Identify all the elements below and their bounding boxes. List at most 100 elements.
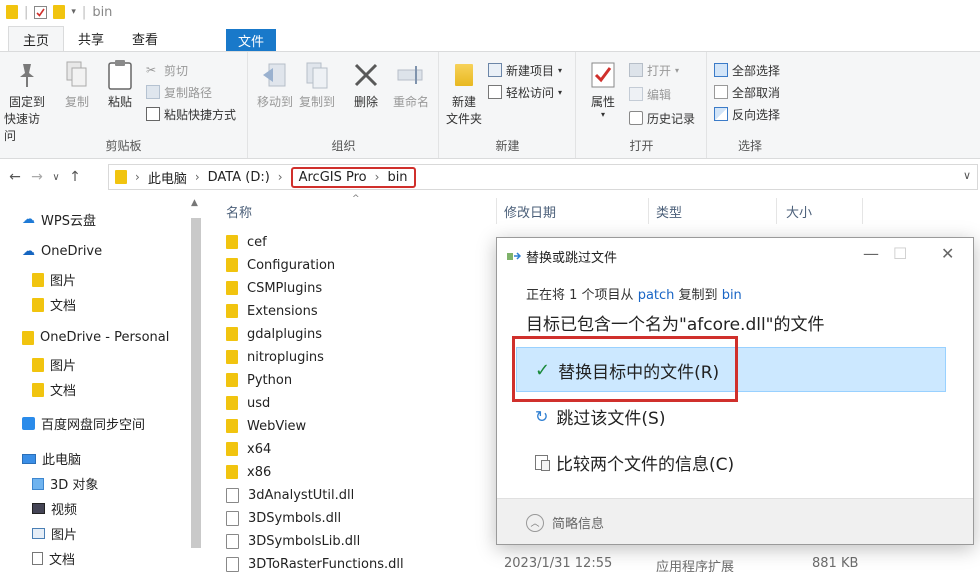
new-folder-quick-icon[interactable] — [53, 5, 66, 19]
list-item[interactable]: CSMPlugins — [226, 277, 322, 299]
sidebar-item-onedrive-personal[interactable]: OneDrive - Personal — [22, 330, 169, 345]
easy-access-icon — [488, 85, 502, 99]
tab-view[interactable]: 查看 — [118, 26, 172, 51]
list-item[interactable]: WebView — [226, 415, 306, 437]
dll-file-icon — [226, 556, 239, 572]
sidebar-item-documents[interactable]: 文档 — [32, 549, 75, 568]
list-item[interactable]: cef — [226, 231, 267, 253]
sidebar-item-onedrive-pictures[interactable]: 图片 — [32, 270, 76, 289]
history-button[interactable]: 历史记录 — [629, 108, 695, 128]
source-folder-link[interactable]: patch — [638, 288, 675, 303]
annotation-highlight-box — [512, 336, 738, 402]
folder-icon — [32, 272, 44, 287]
list-item[interactable]: nitroplugins — [226, 346, 324, 368]
skip-file-option[interactable]: ↻ 跳过该文件(S) — [535, 404, 665, 429]
list-item[interactable]: x64 — [226, 438, 271, 460]
sidebar-item-3d-objects[interactable]: 3D 对象 — [32, 474, 98, 493]
replace-or-skip-dialog: 替换或跳过文件 — ☐ ✕ 正在将 1 个项目从 patch 复制到 bin 目… — [496, 237, 974, 545]
fewer-details-toggle[interactable]: ︿ 简略信息 — [526, 513, 604, 532]
list-item[interactable]: Configuration — [226, 254, 335, 276]
copy-button[interactable]: 复制 — [60, 58, 94, 111]
paste-button[interactable]: 粘贴 — [102, 58, 138, 111]
chevron-down-icon: ▾ — [558, 87, 563, 97]
delete-button[interactable]: 删除 — [349, 58, 383, 111]
list-item[interactable]: 3DToRasterFunctions.dll — [226, 553, 404, 572]
column-header-name[interactable]: 名称 — [226, 198, 252, 224]
select-all-button[interactable]: 全部选择 — [714, 60, 780, 80]
copy-path-button[interactable]: 复制路径 — [146, 82, 212, 102]
cloud-icon: ☁ — [22, 212, 35, 227]
list-item[interactable]: usd — [226, 392, 270, 414]
cut-button[interactable]: ✂ 剪切 — [146, 60, 188, 80]
new-item-button[interactable]: 新建项目 ▾ — [488, 60, 562, 80]
back-arrow-icon[interactable]: ← — [4, 169, 26, 185]
rename-button[interactable]: 重命名 — [389, 58, 433, 111]
dialog-title-bar: 替换或跳过文件 — [507, 247, 617, 266]
compare-files-option[interactable]: 比较两个文件的信息(C) — [535, 450, 734, 475]
up-arrow-icon[interactable]: ↑ — [64, 169, 86, 185]
address-dropdown-chevron-icon[interactable]: ∨ — [963, 169, 971, 182]
sidebar-item-wps[interactable]: ☁ WPS云盘 — [22, 210, 96, 229]
cloud-icon: ☁ — [22, 244, 35, 259]
dialog-footer: ︿ 简略信息 — [497, 498, 973, 544]
minimize-icon[interactable]: — — [863, 244, 879, 263]
breadcrumb-data-drive[interactable]: DATA (D:) — [208, 170, 270, 185]
select-none-button[interactable]: 全部取消 — [714, 82, 780, 102]
document-icon — [32, 552, 43, 565]
open-button[interactable]: 打开 ▾ — [629, 60, 679, 80]
sidebar-item-videos[interactable]: 视频 — [32, 499, 77, 518]
sidebar-scrollbar[interactable]: ▲ — [188, 196, 204, 572]
sidebar-item-personal-documents[interactable]: 文档 — [32, 380, 76, 399]
easy-access-button[interactable]: 轻松访问 ▾ — [488, 82, 562, 102]
breadcrumb-arcgis-pro[interactable]: ArcGIS Pro — [299, 170, 367, 185]
new-folder-button[interactable]: 新建 文件夹 — [444, 58, 484, 128]
column-header-size[interactable]: 大小 — [786, 198, 812, 224]
select-group: 全部选择 全部取消 反向选择 选择 — [708, 52, 792, 158]
sidebar-item-baidu-sync[interactable]: 百度网盘同步空间 — [22, 414, 145, 433]
breadcrumb-this-pc[interactable]: 此电脑 — [148, 168, 187, 187]
title-bar: | ▾ | bin — [0, 0, 980, 24]
tab-home[interactable]: 主页 — [8, 26, 65, 51]
breadcrumb-bin[interactable]: bin — [387, 170, 407, 185]
sidebar-item-pictures[interactable]: 图片 — [32, 524, 77, 543]
tab-file[interactable]: 文件 — [226, 29, 276, 51]
move-to-button[interactable]: 移动到 — [255, 58, 295, 111]
folder-icon — [32, 297, 44, 312]
list-item[interactable]: Extensions — [226, 300, 318, 322]
invert-selection-button[interactable]: 反向选择 — [714, 104, 780, 124]
sidebar-item-onedrive-documents[interactable]: 文档 — [32, 295, 76, 314]
sidebar-item-personal-pictures[interactable]: 图片 — [32, 355, 76, 374]
forward-arrow-icon[interactable]: → — [26, 169, 48, 185]
list-item[interactable]: 3DSymbols.dll — [226, 507, 341, 529]
list-item[interactable]: 3DSymbolsLib.dll — [226, 530, 360, 552]
destination-folder-link[interactable]: bin — [722, 288, 742, 303]
history-icon — [629, 111, 643, 125]
scrollbar-thumb[interactable] — [191, 218, 201, 548]
copy-to-button[interactable]: 复制到 — [297, 58, 337, 111]
list-item[interactable]: gdalplugins — [226, 323, 322, 345]
ribbon: 固定到 快速访问 复制 粘贴 ✂ 剪切 复制路径 粘贴快捷方式 剪贴板 移动到 … — [0, 51, 980, 159]
customize-quick-access-icon[interactable]: ▾ — [71, 7, 76, 17]
column-header-date[interactable]: 修改日期 — [504, 198, 556, 224]
scroll-up-icon[interactable]: ▲ — [191, 198, 198, 208]
list-item[interactable]: 3dAnalystUtil.dll — [226, 484, 354, 506]
sidebar-item-this-pc[interactable]: 此电脑 — [22, 449, 81, 468]
navigation-pane: ☁ WPS云盘 ☁ OneDrive 图片 文档 OneDrive - Pers… — [0, 196, 205, 572]
dialog-title: 替换或跳过文件 — [526, 251, 618, 266]
paste-shortcut-button[interactable]: 粘贴快捷方式 — [146, 104, 236, 124]
folder-icon — [6, 5, 18, 19]
sidebar-item-onedrive[interactable]: ☁ OneDrive — [22, 244, 102, 259]
close-icon[interactable]: ✕ — [941, 244, 954, 263]
list-item[interactable]: x86 — [226, 461, 271, 483]
list-item[interactable]: Python — [226, 369, 292, 391]
pin-quick-access-button[interactable]: 固定到 快速访问 — [4, 58, 50, 145]
column-header-type[interactable]: 类型 — [656, 198, 682, 224]
edit-button[interactable]: 编辑 — [629, 84, 671, 104]
dll-file-icon — [226, 533, 239, 549]
properties-quick-icon[interactable] — [34, 5, 48, 19]
properties-button[interactable]: 属性 ▾ — [583, 58, 623, 119]
address-bar[interactable]: › 此电脑 › DATA (D:) › ArcGIS Pro › bin ∨ — [108, 164, 978, 190]
chevron-down-icon: ▾ — [675, 65, 680, 75]
tab-share[interactable]: 共享 — [64, 26, 118, 51]
recent-locations-chevron-icon[interactable]: ∨ — [48, 172, 64, 183]
